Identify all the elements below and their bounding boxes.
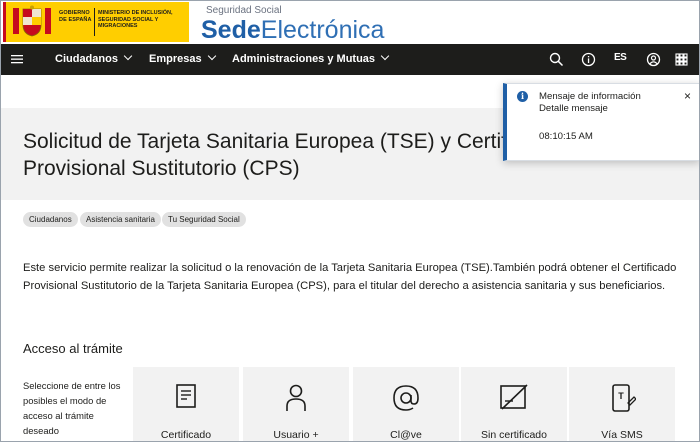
ministry-text: MINISTERIO DE INCLUSIÓN, SEGURIDAD SOCIA… — [98, 10, 173, 29]
access-option-clave[interactable]: Cl@ve — [353, 367, 459, 441]
tag-asistencia-sanitaria[interactable]: Asistencia sanitaria — [80, 212, 161, 227]
access-option-label: Cl@ve — [390, 429, 422, 441]
logo-divider — [94, 8, 95, 36]
tag-ciudadanos[interactable]: Ciudadanos — [23, 212, 78, 227]
coat-of-arms-icon — [13, 5, 51, 37]
svg-text:T: T — [618, 391, 624, 401]
nav-item-label: Empresas — [149, 53, 202, 65]
site-header: GOBIERNO DE ESPAÑA MINISTERIO DE INCLUSI… — [1, 1, 699, 43]
nav-item-empresas[interactable]: Empresas — [149, 44, 216, 75]
nav-item-label: Administraciones y Mutuas — [232, 53, 376, 65]
browser-viewport: GOBIERNO DE ESPAÑA MINISTERIO DE INCLUSI… — [0, 0, 700, 442]
no-certificate-icon — [500, 384, 528, 410]
sede-bold: Sede — [201, 16, 261, 44]
apps-icon[interactable] — [674, 52, 689, 67]
flag-stripe — [3, 2, 6, 42]
access-option-via-sms[interactable]: T Vía SMS — [569, 367, 675, 441]
chevron-down-icon — [380, 51, 390, 61]
user-plus-icon — [286, 384, 306, 411]
access-heading: Acceso al trámite — [23, 341, 123, 356]
nav-item-ciudadanos[interactable]: Ciudadanos — [55, 44, 133, 75]
search-icon[interactable] — [549, 52, 564, 67]
at-icon — [393, 385, 419, 411]
main-nav: Ciudadanos Empresas Administraciones y M… — [1, 44, 699, 75]
tag-tu-seguridad-social[interactable]: Tu Seguridad Social — [162, 212, 246, 227]
access-option-sin-certificado[interactable]: Sin certificado — [461, 367, 567, 441]
close-icon[interactable]: × — [684, 90, 691, 102]
menu-icon[interactable] — [11, 53, 23, 65]
info-toast: i Mensaje de información Detalle mensaje… — [503, 83, 699, 161]
language-selector[interactable]: ES — [614, 52, 627, 63]
access-option-label: Sin certificado — [481, 429, 547, 441]
access-option-label: Vía SMS — [601, 429, 643, 441]
sede-light: Electrónica — [260, 16, 385, 44]
seg-social-label: Seguridad Social — [206, 5, 282, 16]
sede-logo[interactable]: Seguridad Social SedeElectrónica — [201, 5, 384, 43]
toast-time: 08:10:15 AM — [539, 131, 593, 142]
chevron-down-icon — [207, 51, 216, 61]
access-option-label: Certificado — [160, 429, 212, 441]
info-circle-icon: i — [517, 91, 528, 102]
chevron-down-icon — [123, 51, 133, 61]
access-option-usuario[interactable]: Usuario + — [243, 367, 349, 441]
sms-phone-icon: T — [612, 384, 636, 412]
access-option-label: Usuario + — [273, 429, 319, 441]
access-hint: Seleccione de entre los posibles el modo… — [23, 380, 121, 436]
info-icon[interactable] — [581, 52, 596, 67]
nav-item-administraciones[interactable]: Administraciones y Mutuas — [232, 44, 390, 75]
certificate-icon — [176, 384, 196, 408]
sede-title: SedeElectrónica — [201, 17, 384, 43]
gov-text: GOBIERNO DE ESPAÑA — [59, 10, 92, 23]
toast-title: Mensaje de información — [539, 91, 641, 102]
service-description: Este servicio permite realizar la solici… — [23, 262, 677, 292]
toast-detail: Detalle mensaje — [539, 103, 608, 114]
access-option-certificado[interactable]: Certificado — [133, 367, 239, 441]
user-icon[interactable] — [646, 52, 661, 67]
nav-item-label: Ciudadanos — [55, 53, 118, 65]
government-logo[interactable]: GOBIERNO DE ESPAÑA MINISTERIO DE INCLUSI… — [3, 2, 189, 42]
